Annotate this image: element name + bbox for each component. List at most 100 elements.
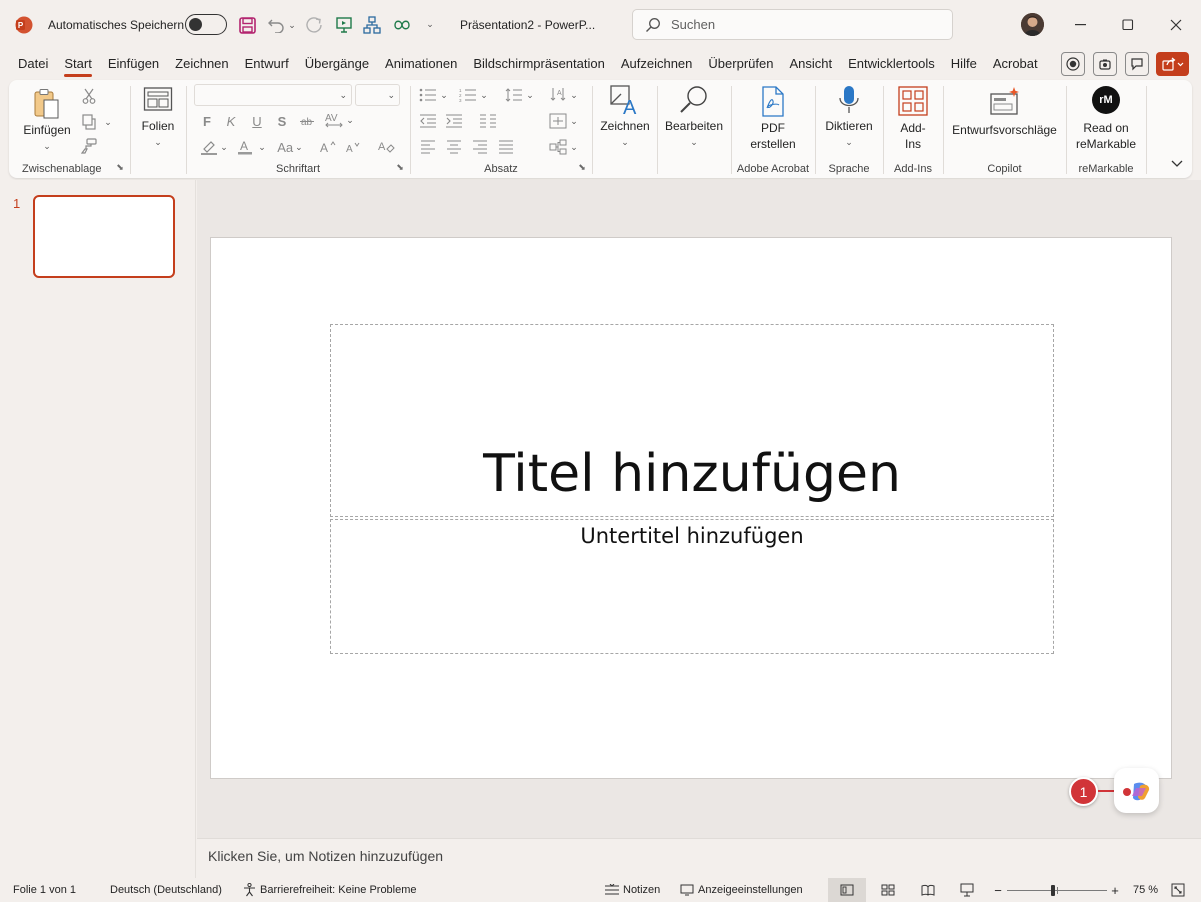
display-settings-button[interactable]: Anzeigeeinstellungen [680, 878, 803, 902]
bold-button[interactable]: F [199, 111, 215, 131]
numbering-dropdown-icon[interactable]: ⌄ [479, 87, 489, 103]
zoom-slider-thumb[interactable] [1051, 884, 1055, 896]
decrease-font-icon[interactable]: A [343, 137, 365, 157]
font-color-icon[interactable]: A [235, 137, 255, 157]
reading-view-icon[interactable] [919, 878, 937, 902]
share-button[interactable] [1156, 52, 1189, 76]
undo-dropdown-icon[interactable]: ⌄ [286, 17, 298, 33]
language-status[interactable]: Deutsch (Deutschland) [110, 878, 222, 902]
loop-icon[interactable] [392, 14, 412, 36]
slides-button[interactable]: Folien ⌄ [135, 86, 181, 152]
search-box[interactable]: Suchen [632, 9, 953, 40]
read-on-remarkable-button[interactable]: rM Read on reMarkable [1069, 86, 1143, 152]
tab-uebergaenge[interactable]: Übergänge [297, 50, 377, 78]
comments-button[interactable] [1125, 52, 1149, 76]
title-placeholder[interactable]: Titel hinzufügen [330, 324, 1054, 517]
tab-animationen[interactable]: Animationen [377, 50, 465, 78]
notes-pane[interactable]: Klicken Sie, um Notizen hinzuzufügen [197, 838, 1201, 878]
line-spacing-dropdown-icon[interactable]: ⌄ [525, 87, 535, 103]
ribbon-expand-icon[interactable] [1169, 156, 1185, 172]
tab-ueberpruefen[interactable]: Überprüfen [700, 50, 781, 78]
bullets-dropdown-icon[interactable]: ⌄ [439, 87, 449, 103]
line-spacing-icon[interactable] [503, 85, 525, 105]
italic-button[interactable]: K [223, 111, 239, 131]
tab-ansicht[interactable]: Ansicht [781, 50, 840, 78]
copy-dropdown-icon[interactable]: ⌄ [103, 114, 113, 130]
notes-toggle-button[interactable]: Notizen [604, 878, 660, 902]
normal-view-icon[interactable] [828, 878, 866, 902]
character-spacing-icon[interactable]: AV [323, 110, 345, 130]
maximize-icon[interactable] [1113, 13, 1143, 37]
redo-icon[interactable] [304, 14, 324, 36]
numbering-icon[interactable]: 123 [457, 85, 479, 105]
smartart-icon[interactable] [547, 137, 569, 157]
slide[interactable]: Titel hinzufügen Untertitel hinzufügen [210, 237, 1172, 779]
subtitle-placeholder[interactable]: Untertitel hinzufügen [330, 519, 1054, 654]
slide-info[interactable]: Folie 1 von 1 [13, 878, 76, 902]
tab-zeichnen[interactable]: Zeichnen [167, 50, 236, 78]
font-family-select[interactable]: ⌄ [194, 84, 352, 106]
addins-button[interactable]: Add- Ins [888, 86, 938, 152]
strikethrough-icon[interactable]: ab [298, 111, 316, 131]
copilot-button[interactable] [1114, 768, 1159, 813]
clear-formatting-icon[interactable]: A [375, 137, 397, 157]
bullets-icon[interactable] [417, 85, 439, 105]
align-text-icon[interactable] [547, 111, 569, 131]
zoom-in-icon[interactable]: + [1110, 878, 1120, 902]
underline-button[interactable]: U [249, 111, 265, 131]
dictate-button[interactable]: Diktieren ⌄ [820, 84, 878, 154]
columns-icon[interactable] [477, 111, 499, 131]
decrease-indent-icon[interactable] [417, 111, 439, 131]
fit-to-window-icon[interactable] [1170, 878, 1186, 902]
record-button[interactable] [1061, 52, 1085, 76]
increase-indent-icon[interactable] [443, 111, 465, 131]
font-color-dropdown-icon[interactable]: ⌄ [257, 139, 267, 155]
slide-sorter-icon[interactable] [879, 878, 897, 902]
font-size-select[interactable]: ⌄ [355, 84, 400, 106]
paragraph-launcher-icon[interactable]: ⬊ [577, 162, 587, 172]
justify-icon[interactable] [495, 137, 517, 157]
format-painter-icon[interactable] [79, 136, 99, 156]
tab-bildschirmpraesentation[interactable]: Bildschirmpräsentation [465, 50, 613, 78]
minimize-icon[interactable] [1066, 13, 1096, 37]
highlight-icon[interactable] [199, 137, 219, 157]
autosave-toggle[interactable] [185, 14, 227, 35]
paste-button[interactable]: Einfügen ⌄ [19, 86, 75, 152]
text-direction-icon[interactable]: A [547, 85, 569, 105]
editing-button[interactable]: Bearbeiten ⌄ [662, 84, 726, 154]
close-icon[interactable] [1161, 13, 1191, 37]
text-direction-dropdown-icon[interactable]: ⌄ [569, 87, 579, 103]
zoom-slider[interactable] [1007, 878, 1107, 902]
align-text-dropdown-icon[interactable]: ⌄ [569, 113, 579, 129]
align-center-icon[interactable] [443, 137, 465, 157]
present-icon[interactable] [334, 14, 354, 36]
highlight-dropdown-icon[interactable]: ⌄ [219, 139, 229, 155]
drawing-button[interactable]: A Zeichnen ⌄ [595, 84, 655, 154]
design-suggestions-button[interactable]: Entwurfsvorschläge [948, 86, 1061, 152]
avatar[interactable] [1021, 13, 1044, 36]
align-right-icon[interactable] [469, 137, 491, 157]
slide-thumbnail[interactable] [33, 195, 175, 278]
zoom-level[interactable]: 75 % [1133, 878, 1158, 902]
tab-entwicklertools[interactable]: Entwicklertools [840, 50, 943, 78]
smartart-dropdown-icon[interactable]: ⌄ [569, 139, 579, 155]
tab-hilfe[interactable]: Hilfe [943, 50, 985, 78]
customize-qat-icon[interactable]: ⌄ [423, 15, 437, 33]
undo-icon[interactable] [266, 14, 286, 36]
shadow-button[interactable]: S [274, 111, 290, 131]
font-launcher-icon[interactable]: ⬊ [395, 162, 405, 172]
clipboard-launcher-icon[interactable]: ⬊ [115, 162, 125, 172]
create-pdf-button[interactable]: PDF erstellen [736, 86, 810, 152]
accessibility-status[interactable]: Barrierefreiheit: Keine Probleme [243, 878, 417, 902]
copy-icon[interactable] [79, 112, 99, 132]
camera-button[interactable] [1093, 52, 1117, 76]
tab-einfuegen[interactable]: Einfügen [100, 50, 167, 78]
tab-aufzeichnen[interactable]: Aufzeichnen [613, 50, 701, 78]
align-left-icon[interactable] [417, 137, 439, 157]
hierarchy-icon[interactable] [362, 14, 382, 36]
tab-entwurf[interactable]: Entwurf [237, 50, 297, 78]
change-case-button[interactable]: Aa ⌄ [275, 137, 305, 157]
tab-datei[interactable]: Datei [10, 50, 56, 78]
tab-acrobat[interactable]: Acrobat [985, 50, 1046, 78]
character-spacing-dropdown-icon[interactable]: ⌄ [345, 112, 355, 128]
